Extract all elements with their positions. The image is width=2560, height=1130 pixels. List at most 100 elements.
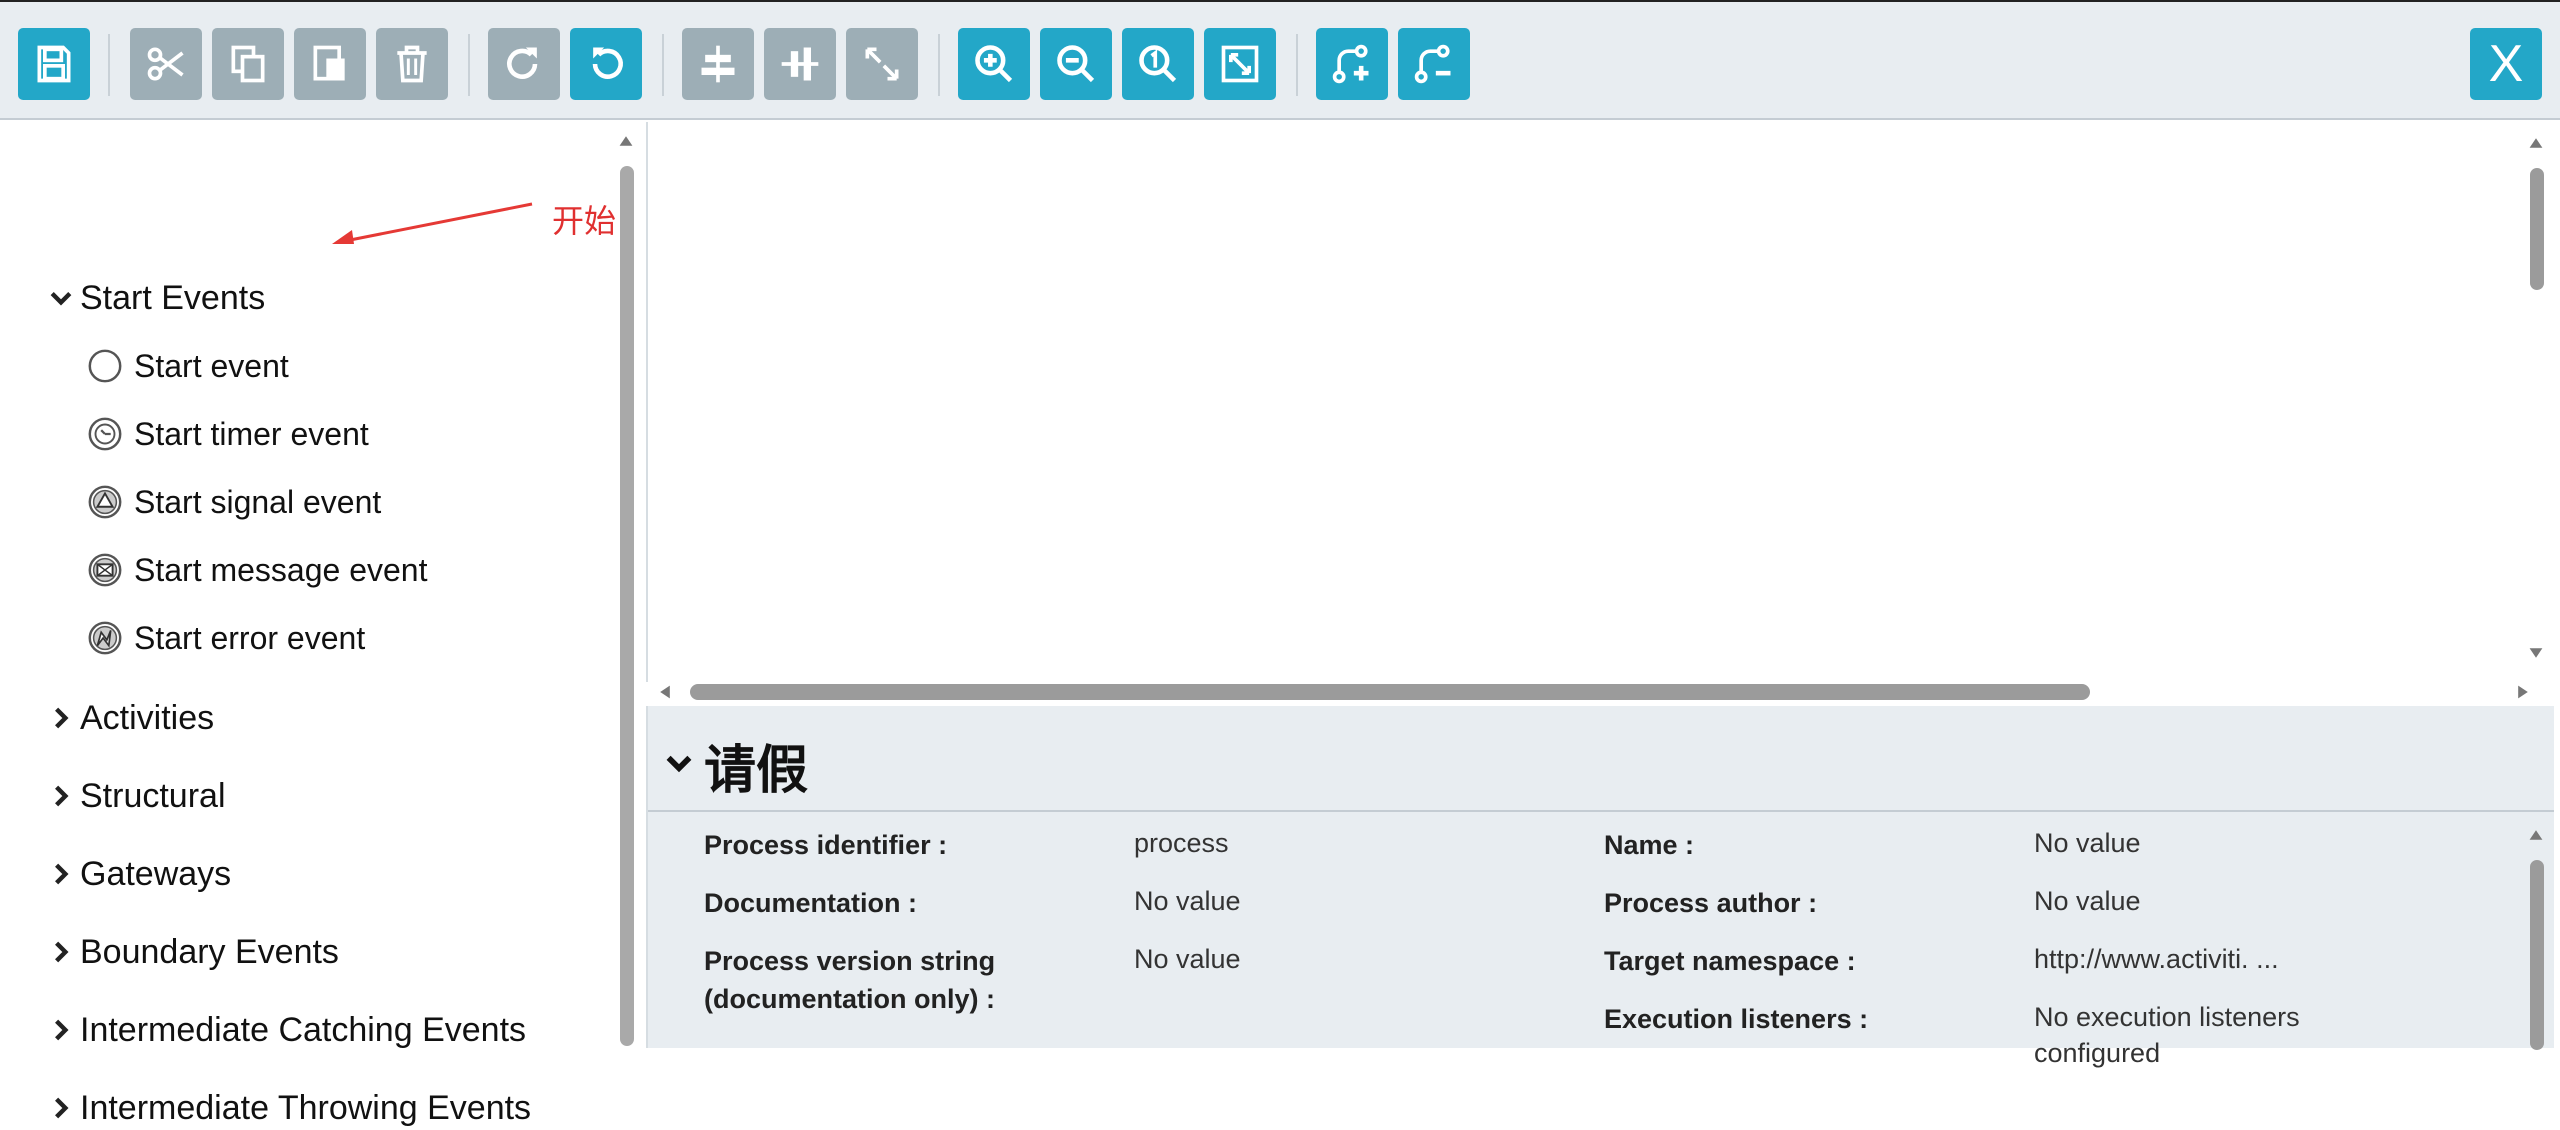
palette-group-label: Gateways <box>80 854 232 893</box>
align-vertical-button[interactable] <box>764 28 836 100</box>
save-button[interactable] <box>18 28 90 100</box>
palette-item-label: Start timer event <box>134 415 369 452</box>
scroll-up-arrow-icon[interactable] <box>618 134 634 148</box>
chevron-right-icon <box>50 1019 80 1041</box>
process-author-label: Process author : <box>1604 888 1818 918</box>
zoom-actual-button[interactable] <box>1122 28 1194 100</box>
palette-group-start-events[interactable]: Start Events <box>50 276 265 320</box>
palette-group-intermediate-throwing[interactable]: Intermediate Throwing Events <box>50 1086 531 1130</box>
same-size-button[interactable] <box>846 28 918 100</box>
palette-group-label: Intermediate Throwing Events <box>80 1088 532 1127</box>
palette-group-structural[interactable]: Structural <box>50 774 226 818</box>
copy-button[interactable] <box>212 28 284 100</box>
scroll-left-arrow-icon[interactable] <box>658 684 672 700</box>
toolbar-separator <box>662 34 664 96</box>
zoom-fit-button[interactable] <box>1204 28 1276 100</box>
palette-item-start-timer-event[interactable]: Start timer event <box>86 412 369 456</box>
canvas-hscroll-thumb[interactable] <box>690 684 2090 700</box>
save-icon <box>37 45 71 83</box>
execution-listeners-value-line2: configured <box>2034 1038 2161 1068</box>
paste-button[interactable] <box>294 28 366 100</box>
properties-header[interactable]: 请假 <box>648 706 2554 812</box>
chevron-right-icon <box>50 707 80 729</box>
zoom-in-button[interactable] <box>958 28 1030 100</box>
delete-button[interactable] <box>376 28 448 100</box>
align-horizontal-button[interactable] <box>682 28 754 100</box>
palette-item-label: Start error event <box>134 619 366 656</box>
properties-scroll-thumb[interactable] <box>2530 860 2544 1050</box>
palette-item-start-signal-event[interactable]: Start signal event <box>86 480 381 524</box>
chevron-right-icon <box>50 863 80 885</box>
process-version-label: Process version string <box>704 946 996 976</box>
toolbar-separator <box>938 34 940 96</box>
align-horizontal-icon <box>701 45 735 83</box>
same-size-icon <box>865 47 899 81</box>
toolbar-separator <box>108 34 110 96</box>
stencil-palette: Start Events Start event Start timer eve… <box>10 122 610 1127</box>
cut-button[interactable] <box>130 28 202 100</box>
documentation-label: Documentation : <box>704 888 917 918</box>
chevron-right-icon <box>50 785 80 807</box>
diagram-canvas[interactable] <box>646 122 2534 682</box>
name-value[interactable]: No value <box>2034 824 2141 862</box>
chevron-down-icon[interactable] <box>666 750 692 776</box>
error-icon <box>86 619 124 657</box>
paste-icon <box>313 45 345 81</box>
undo-button[interactable] <box>570 28 642 100</box>
cut-icon <box>147 47 184 81</box>
canvas-vscroll-thumb[interactable] <box>2530 168 2544 290</box>
message-icon <box>86 551 124 589</box>
scroll-up-arrow-icon[interactable] <box>2528 136 2544 150</box>
scroll-right-arrow-icon[interactable] <box>2516 684 2530 700</box>
canvas-horizontal-scrollbar[interactable] <box>650 680 2530 704</box>
properties-scrollbar[interactable] <box>2522 820 2552 1050</box>
process-identifier-value[interactable]: process <box>1134 824 1229 862</box>
remove-bendpoint-icon <box>1414 44 1451 84</box>
zoom-in-icon <box>975 45 1013 83</box>
palette-item-start-message-event[interactable]: Start message event <box>86 548 427 592</box>
palette-group-gateways[interactable]: Gateways <box>50 852 231 896</box>
zoom-out-button[interactable] <box>1040 28 1112 100</box>
palette-scrollbar-thumb[interactable] <box>620 166 634 1046</box>
target-namespace-value[interactable]: http://www.activiti. ... <box>2034 940 2279 978</box>
circle-icon <box>86 347 124 385</box>
palette-group-label: Intermediate Catching Events <box>80 1010 527 1049</box>
signal-icon <box>86 483 124 521</box>
palette-group-boundary-events[interactable]: Boundary Events <box>50 930 339 974</box>
toolbar-separator <box>1296 34 1298 96</box>
execution-listeners-value[interactable]: No execution listeners <box>2034 998 2300 1036</box>
palette-item-label: Start signal event <box>134 483 382 520</box>
annotation-label: 开始 <box>552 202 617 240</box>
remove-bendpoint-button[interactable] <box>1398 28 1470 100</box>
redo-button[interactable] <box>488 28 560 100</box>
palette-item-start-error-event[interactable]: Start error event <box>86 616 365 660</box>
close-button[interactable]: X <box>2470 28 2542 100</box>
process-version-label-line2: (documentation only) : <box>704 984 995 1014</box>
canvas-vertical-scrollbar[interactable] <box>2522 128 2552 668</box>
delete-icon <box>397 45 427 83</box>
palette-group-label: Start Events <box>80 278 266 317</box>
palette-group-activities[interactable]: Activities <box>50 696 214 740</box>
properties-panel: 请假 Process identifier : process Name : N… <box>646 706 2554 1068</box>
scroll-down-arrow-icon[interactable] <box>2528 646 2544 660</box>
execution-listeners-label: Execution listeners : <box>1604 1004 1869 1034</box>
palette-scrollbar[interactable] <box>616 128 636 1048</box>
properties-title: 请假 <box>704 741 809 801</box>
undo-icon <box>592 47 623 79</box>
align-vertical-icon <box>781 47 819 81</box>
palette-group-intermediate-catching[interactable]: Intermediate Catching Events <box>50 1008 526 1052</box>
palette-item-label: Start message event <box>134 551 428 588</box>
annotation-arrow <box>332 202 533 244</box>
redo-icon <box>507 47 538 79</box>
process-version-value[interactable]: No value <box>1134 940 1241 978</box>
add-bendpoint-button[interactable] <box>1316 28 1388 100</box>
zoom-actual-icon <box>1139 45 1177 83</box>
scroll-up-arrow-icon[interactable] <box>2528 828 2544 842</box>
chevron-right-icon <box>50 1097 80 1119</box>
zoom-fit-icon <box>1221 45 1259 83</box>
palette-item-start-event[interactable]: Start event <box>86 344 289 388</box>
process-author-value[interactable]: No value <box>2034 882 2141 920</box>
chevron-right-icon <box>50 941 80 963</box>
chevron-down-icon <box>50 287 80 309</box>
documentation-value[interactable]: No value <box>1134 882 1241 920</box>
